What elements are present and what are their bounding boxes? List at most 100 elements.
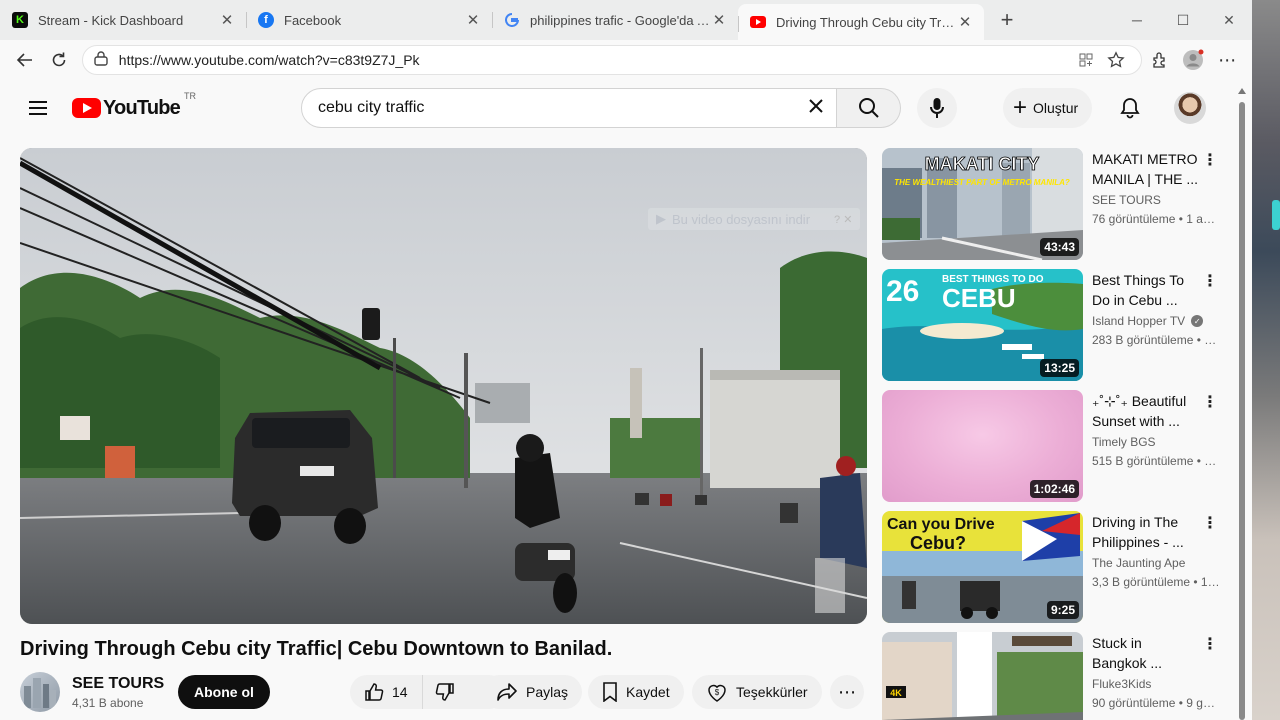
page-scrollbar[interactable]: [1236, 88, 1248, 720]
scrollbar-thumb[interactable]: [1239, 102, 1245, 720]
search-bar: cebu city traffic: [301, 88, 901, 128]
share-label: Paylaş: [526, 684, 569, 700]
menu-icon[interactable]: [26, 96, 50, 120]
related-video-title[interactable]: Best Things To Do in Cebu ...: [1092, 270, 1200, 310]
search-input[interactable]: cebu city traffic: [301, 88, 837, 128]
more-menu-icon[interactable]: ⋯: [1210, 43, 1244, 77]
channel-avatar[interactable]: [20, 672, 60, 712]
verified-icon: ✓: [1191, 315, 1204, 327]
related-video-meta: 90 görüntüleme • 9 gün önce: [1092, 696, 1220, 710]
related-videos: MAKATI CITY THE WEALTHIEST PART OF METRO…: [882, 148, 1222, 720]
close-icon[interactable]: ✕: [710, 11, 728, 29]
dislike-button[interactable]: [423, 675, 467, 709]
video-title: Driving Through Cebu city Traffic| Cebu …: [20, 638, 613, 660]
kebab-menu-icon[interactable]: ⋮: [1202, 392, 1218, 412]
bookmark-icon: [603, 682, 617, 702]
youtube-header: YouTube TR cebu city traffic + Oluştur: [0, 80, 1252, 136]
app-available-icon[interactable]: [1071, 46, 1101, 74]
bell-icon: [1120, 98, 1140, 119]
close-icon[interactable]: ✕: [218, 11, 236, 29]
logo-wordmark: YouTube: [103, 96, 181, 119]
close-icon[interactable]: ? ✕: [834, 213, 852, 226]
extensions-icon[interactable]: [1142, 43, 1176, 77]
thumbnail-text: Can you Drive: [887, 516, 995, 533]
like-button[interactable]: 14: [350, 675, 423, 709]
related-video-channel[interactable]: Island Hopper TV ✓: [1092, 314, 1204, 328]
voice-search-button[interactable]: [917, 88, 957, 128]
related-video[interactable]: 4K Stuck in Bangkok ... Fluke3Kids 90 gö…: [882, 632, 1222, 720]
thanks-button[interactable]: $ Teşekkürler: [692, 675, 822, 709]
search-button[interactable]: [837, 88, 901, 128]
related-video-title[interactable]: Stuck in Bangkok ...: [1092, 633, 1200, 673]
browser-window: K Stream - Kick Dashboard ✕ f Facebook ✕…: [0, 0, 1252, 720]
related-video-channel[interactable]: Timely BGS: [1092, 435, 1156, 449]
favorite-star-icon[interactable]: [1101, 46, 1131, 74]
new-tab-button[interactable]: +: [990, 3, 1024, 37]
kebab-menu-icon[interactable]: ⋮: [1202, 513, 1218, 533]
country-code: TR: [183, 90, 196, 101]
video-thumbnail[interactable]: MAKATI CITY THE WEALTHIEST PART OF METRO…: [882, 148, 1083, 260]
related-video-channel[interactable]: SEE TOURS: [1092, 193, 1161, 207]
related-video-meta: 76 görüntüleme • 1 ay önce: [1092, 212, 1220, 226]
download-video-hint[interactable]: ▶ Bu video dosyasını indir ? ✕: [648, 208, 861, 230]
video-thumbnail[interactable]: 26 BEST THINGS TO DO CEBU 13:25: [882, 269, 1083, 381]
create-button[interactable]: + Oluştur: [1003, 88, 1093, 128]
create-label: Oluştur: [1033, 100, 1079, 116]
related-video[interactable]: 1:02:46 ₊˚⊹˚₊ Beautiful Sunset with ... …: [882, 390, 1222, 511]
channel-name[interactable]: SEE TOURS: [72, 675, 164, 693]
tab-strip: K Stream - Kick Dashboard ✕ f Facebook ✕…: [0, 0, 1252, 40]
channel-actions-row: SEE TOURS 4,31 B abone Abone ol 14 Payla…: [20, 672, 867, 712]
tab-google[interactable]: philippines trafic - Google'da Ara ✕: [492, 0, 738, 40]
video-player[interactable]: ▶ Bu video dosyasını indir ? ✕: [20, 148, 867, 624]
save-button[interactable]: Kaydet: [588, 675, 684, 709]
site-info-icon[interactable]: [93, 50, 109, 71]
back-button[interactable]: [8, 43, 42, 77]
browser-toolbar: https://www.youtube.com/watch?v=c83t9Z7J…: [0, 40, 1252, 80]
close-window-button[interactable]: ✕: [1206, 0, 1252, 40]
notifications-button[interactable]: [1110, 88, 1150, 128]
tab-title: Driving Through Cebu city Traffic| Cebu …: [776, 14, 956, 30]
related-video-title[interactable]: Driving in The Philippines - ...: [1092, 512, 1200, 552]
tab-kick[interactable]: K Stream - Kick Dashboard ✕: [0, 0, 246, 40]
kebab-menu-icon[interactable]: ⋮: [1202, 271, 1218, 291]
close-icon[interactable]: ✕: [464, 11, 482, 29]
video-thumbnail[interactable]: Can you Drive Cebu? 9:25: [882, 511, 1083, 623]
address-bar[interactable]: https://www.youtube.com/watch?v=c83t9Z7J…: [81, 45, 1143, 75]
kebab-menu-icon[interactable]: ⋮: [1202, 150, 1218, 170]
thanks-label: Teşekkürler: [736, 684, 808, 700]
youtube-logo[interactable]: YouTube TR: [72, 91, 196, 120]
kebab-menu-icon[interactable]: ⋮: [1202, 634, 1218, 654]
video-thumbnail[interactable]: 4K: [882, 632, 1083, 720]
related-video-channel[interactable]: The Jaunting Ape: [1092, 556, 1185, 570]
more-actions-button[interactable]: ⋯: [830, 675, 864, 709]
related-video-title[interactable]: MAKATI METRO MANILA | THE ...: [1092, 149, 1200, 189]
desktop-background: [1252, 0, 1280, 720]
subscribe-button[interactable]: Abone ol: [178, 675, 270, 709]
thumbnail-text: 26: [886, 275, 919, 308]
clear-search-icon[interactable]: [808, 98, 824, 119]
video-thumbnail[interactable]: 1:02:46: [882, 390, 1083, 502]
related-video-meta: 515 B görüntüleme • 2 yıl önce: [1092, 454, 1220, 468]
youtube-icon: [750, 16, 766, 28]
close-icon[interactable]: ✕: [956, 13, 974, 31]
profile-icon[interactable]: [1176, 43, 1210, 77]
url-text[interactable]: https://www.youtube.com/watch?v=c83t9Z7J…: [119, 52, 1072, 68]
search-query[interactable]: cebu city traffic: [318, 99, 808, 117]
related-video[interactable]: MAKATI CITY THE WEALTHIEST PART OF METRO…: [882, 148, 1222, 269]
share-button[interactable]: Paylaş: [482, 675, 583, 709]
related-video-channel[interactable]: Fluke3Kids: [1092, 677, 1151, 691]
like-count: 14: [392, 684, 408, 700]
reload-button[interactable]: [42, 43, 76, 77]
tab-youtube[interactable]: Driving Through Cebu city Traffic| Cebu …: [738, 4, 984, 40]
account-avatar[interactable]: [1174, 92, 1206, 124]
thumbnail-text: CEBU: [942, 283, 1016, 313]
related-video[interactable]: 26 BEST THINGS TO DO CEBU 13:25 Best Thi…: [882, 269, 1222, 390]
microphone-icon: [930, 98, 944, 118]
related-video-title[interactable]: ₊˚⊹˚₊ Beautiful Sunset with ...: [1092, 391, 1200, 431]
scroll-up-icon[interactable]: [1238, 88, 1246, 94]
tab-facebook[interactable]: f Facebook ✕: [246, 0, 492, 40]
minimize-button[interactable]: ─: [1114, 0, 1160, 40]
related-video[interactable]: Can you Drive Cebu? 9:25 Driving in The …: [882, 511, 1222, 632]
share-icon: [497, 683, 517, 701]
maximize-button[interactable]: ☐: [1160, 0, 1206, 40]
